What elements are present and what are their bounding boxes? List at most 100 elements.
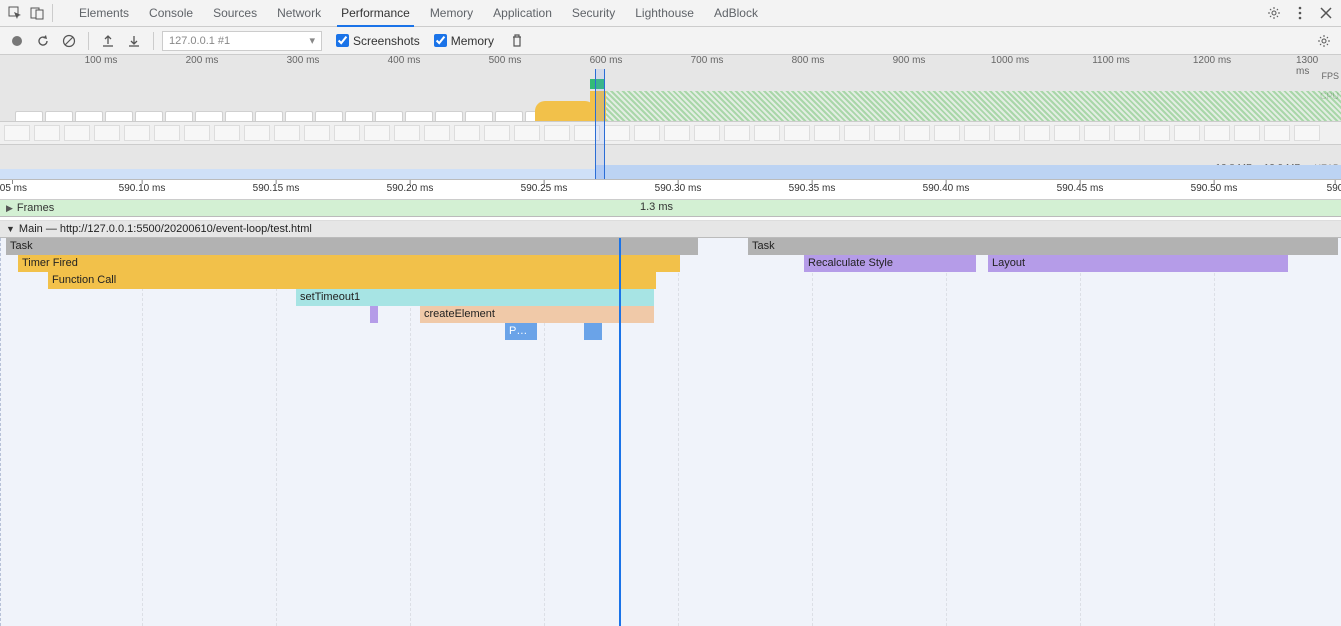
detail-tick: 590.15 ms	[253, 183, 300, 194]
gridline	[1214, 238, 1215, 626]
net-block	[4, 125, 30, 141]
bar-recalculate-style[interactable]: Recalculate Style	[804, 255, 976, 272]
net-block	[364, 125, 390, 141]
net-block	[904, 125, 930, 141]
tabbar-left: ElementsConsoleSourcesNetworkPerformance…	[4, 0, 768, 26]
gridline	[678, 238, 679, 626]
tab-lighthouse[interactable]: Lighthouse	[625, 0, 704, 26]
detail-tick: 590	[1327, 183, 1341, 194]
bar-layout[interactable]: Layout	[988, 255, 1288, 272]
tab-console[interactable]: Console	[139, 0, 203, 26]
net-block	[754, 125, 780, 141]
gridline	[142, 238, 143, 626]
tab-adblock[interactable]: AdBlock	[704, 0, 768, 26]
frames-label: Frames	[17, 202, 54, 214]
cpu-lane	[0, 91, 1341, 121]
overview-tick: 1000 ms	[991, 55, 1029, 66]
overview-tick: 600 ms	[590, 55, 623, 66]
tab-memory[interactable]: Memory	[420, 0, 483, 26]
gear-icon[interactable]	[1263, 2, 1285, 24]
clear-icon[interactable]	[58, 30, 80, 52]
close-icon[interactable]	[1315, 2, 1337, 24]
overview-tick: 900 ms	[893, 55, 926, 66]
bar-settimeout[interactable]: setTimeout1	[296, 289, 654, 306]
overview-tick: 200 ms	[186, 55, 219, 66]
kebab-icon[interactable]	[1289, 2, 1311, 24]
main-label: Main — http://127.0.0.1:5500/20200610/ev…	[19, 223, 312, 235]
net-block	[1234, 125, 1260, 141]
recording-selector[interactable]: 127.0.0.1 #1 ▾	[162, 31, 322, 51]
recording-label: 127.0.0.1 #1	[169, 35, 230, 47]
overview-timeline[interactable]: 100 ms200 ms300 ms400 ms500 ms600 ms700 …	[0, 55, 1341, 180]
overview-selection[interactable]	[595, 69, 605, 179]
screenshots-input[interactable]	[336, 34, 349, 47]
overview-tick: 1200 ms	[1193, 55, 1231, 66]
screenshots-checkbox[interactable]: Screenshots	[336, 34, 420, 48]
net-block	[844, 125, 870, 141]
detail-tick: 590.45 ms	[1057, 183, 1104, 194]
net-block	[1174, 125, 1200, 141]
net-block	[934, 125, 960, 141]
playhead[interactable]	[619, 238, 621, 626]
capture-settings-icon[interactable]	[1313, 30, 1335, 52]
track-gutter	[0, 238, 6, 626]
bar-micro[interactable]	[370, 306, 378, 323]
reload-icon[interactable]	[32, 30, 54, 52]
net-block	[394, 125, 420, 141]
net-block	[1264, 125, 1290, 141]
detail-tick: 590.40 ms	[923, 183, 970, 194]
net-block	[784, 125, 810, 141]
inspect-icon[interactable]	[4, 2, 26, 24]
detail-tick: 590.50 ms	[1191, 183, 1238, 194]
device-toggle-icon[interactable]	[26, 2, 48, 24]
bar-timer-fired[interactable]: Timer Fired	[18, 255, 680, 272]
bar-task[interactable]: Task	[6, 238, 698, 255]
net-block	[94, 125, 120, 141]
detail-ruler[interactable]: .05 ms590.10 ms590.15 ms590.20 ms590.25 …	[0, 180, 1341, 200]
overview-tick: 100 ms	[85, 55, 118, 66]
net-block	[244, 125, 270, 141]
net-block	[634, 125, 660, 141]
collapse-icon[interactable]: ▼	[6, 224, 15, 234]
separator	[153, 32, 154, 50]
gridline	[1080, 238, 1081, 626]
bar-function-call[interactable]: Function Call	[48, 272, 656, 289]
net-block	[454, 125, 480, 141]
flame-chart[interactable]: Task Task Timer Fired Recalculate Style …	[0, 238, 1341, 626]
chevron-down-icon: ▾	[309, 34, 315, 47]
overview-body[interactable]: FPS CPU NET HEAP 12.8 MB – 12.9 MB	[0, 69, 1341, 179]
net-block	[274, 125, 300, 141]
bar-p[interactable]: P…	[505, 323, 537, 340]
expand-icon[interactable]: ▶	[6, 203, 13, 214]
tab-sources[interactable]: Sources	[203, 0, 267, 26]
memory-input[interactable]	[434, 34, 447, 47]
tab-security[interactable]: Security	[562, 0, 625, 26]
net-block	[514, 125, 540, 141]
net-block	[694, 125, 720, 141]
frames-row[interactable]: ▶ Frames 1.3 ms	[0, 200, 1341, 217]
tab-performance[interactable]: Performance	[331, 0, 420, 26]
net-block	[1204, 125, 1230, 141]
net-block	[34, 125, 60, 141]
overview-tick: 300 ms	[287, 55, 320, 66]
tab-network[interactable]: Network	[267, 0, 331, 26]
load-profile-icon[interactable]	[97, 30, 119, 52]
net-block	[1294, 125, 1320, 141]
memory-checkbox[interactable]: Memory	[434, 34, 494, 48]
separator	[88, 32, 89, 50]
bar-p2[interactable]	[584, 323, 602, 340]
net-block	[1144, 125, 1170, 141]
bar-task[interactable]: Task	[748, 238, 1338, 255]
detail-tick: 590.30 ms	[655, 183, 702, 194]
record-icon[interactable]	[6, 30, 28, 52]
net-block	[724, 125, 750, 141]
net-block	[124, 125, 150, 141]
detail-tick: 590.10 ms	[119, 183, 166, 194]
save-profile-icon[interactable]	[123, 30, 145, 52]
net-block	[874, 125, 900, 141]
collect-garbage-icon[interactable]	[506, 30, 528, 52]
panel-tabs: ElementsConsoleSourcesNetworkPerformance…	[69, 0, 768, 26]
tab-elements[interactable]: Elements	[69, 0, 139, 26]
tab-application[interactable]: Application	[483, 0, 562, 26]
main-thread-header[interactable]: ▼ Main — http://127.0.0.1:5500/20200610/…	[0, 221, 1341, 238]
